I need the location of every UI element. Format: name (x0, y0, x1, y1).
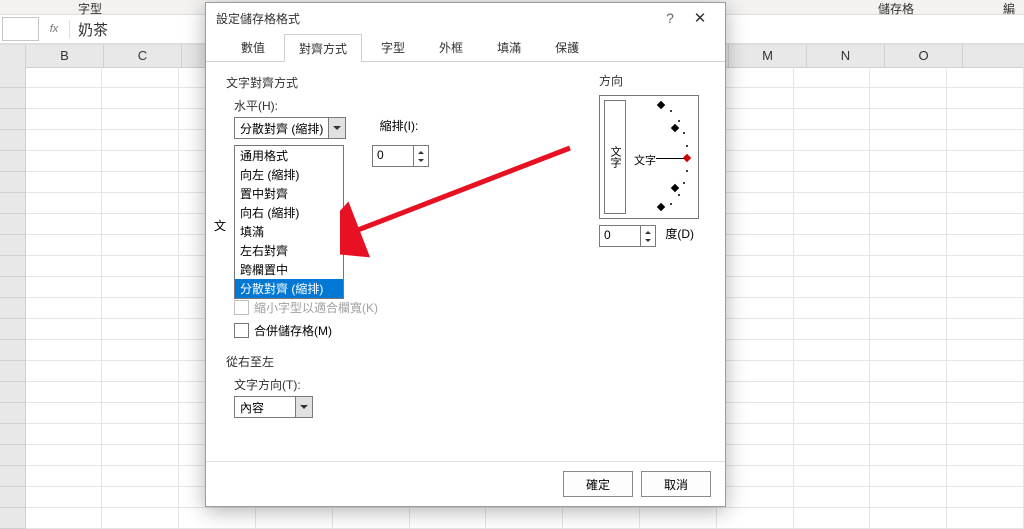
dialog-tabs: 數值 對齊方式 字型 外框 填滿 保護 (206, 33, 725, 62)
tab-border[interactable]: 外框 (424, 33, 478, 61)
close-button[interactable]: ✕ (685, 9, 715, 27)
dropdown-option[interactable]: 左右對齊 (235, 241, 343, 260)
indent-label: 縮排(I): (380, 119, 419, 133)
text-control-prefix: 文 (214, 217, 226, 234)
rtl-section: 從右至左 (226, 353, 705, 370)
merge-checkbox[interactable] (234, 323, 249, 338)
orientation-label: 方向 (599, 72, 699, 89)
chevron-down-icon[interactable] (295, 397, 312, 417)
degree-label: 度(D) (665, 227, 694, 241)
tab-number[interactable]: 數值 (226, 33, 280, 61)
dropdown-option[interactable]: 填滿 (235, 222, 343, 241)
orientation-vertical[interactable]: 文字 (604, 100, 626, 214)
dropdown-option[interactable]: 向右 (縮排) (235, 203, 343, 222)
horizontal-dropdown-list: 通用格式 向左 (縮排) 置中對齊 向右 (縮排) 填滿 左右對齊 跨欄置中 分… (234, 145, 344, 299)
col-header[interactable]: N (807, 45, 885, 67)
name-box[interactable] (2, 17, 39, 41)
cancel-button[interactable]: 取消 (641, 471, 711, 497)
horizontal-combo-value: 分散對齊 (縮排) (235, 118, 328, 138)
tab-alignment[interactable]: 對齊方式 (284, 34, 362, 62)
dropdown-option[interactable]: 跨欄置中 (235, 260, 343, 279)
ok-button[interactable]: 確定 (563, 471, 633, 497)
spinner-up-icon[interactable] (414, 146, 428, 156)
shrink-checkbox (234, 300, 249, 315)
tab-font[interactable]: 字型 (366, 33, 420, 61)
shrink-label: 縮小字型以適合欄寬(K) (254, 299, 378, 316)
text-direction-value: 內容 (235, 397, 295, 417)
dropdown-option[interactable]: 置中對齊 (235, 184, 343, 203)
chevron-down-icon[interactable] (328, 118, 345, 138)
spinner-down-icon[interactable] (414, 156, 428, 166)
text-direction-combo[interactable]: 內容 (234, 396, 313, 418)
col-header[interactable]: O (885, 45, 963, 67)
tab-fill[interactable]: 填滿 (482, 33, 536, 61)
text-direction-label: 文字方向(T): (234, 376, 705, 393)
col-header[interactable]: M (729, 45, 807, 67)
indent-spinner[interactable]: 0 (372, 145, 429, 167)
orientation-control[interactable]: 文字 文字 (599, 95, 699, 219)
tab-protection[interactable]: 保護 (540, 33, 594, 61)
degree-spinner[interactable]: 0 (599, 225, 656, 247)
col-header[interactable]: C (104, 45, 182, 67)
fx-icon[interactable]: fx (39, 20, 70, 38)
dropdown-option[interactable]: 通用格式 (235, 146, 343, 165)
dialog-title: 設定儲存格格式 (216, 10, 655, 27)
horizontal-combo[interactable]: 分散對齊 (縮排) (234, 117, 346, 139)
col-header[interactable]: B (26, 45, 104, 67)
orientation-text: 文字 (634, 152, 656, 168)
dropdown-option[interactable]: 向左 (縮排) (235, 165, 343, 184)
orientation-dial[interactable]: 文字 (630, 100, 692, 212)
indent-value[interactable]: 0 (373, 146, 413, 166)
format-cells-dialog: 設定儲存格格式 ? ✕ 數值 對齊方式 字型 外框 填滿 保護 文字對齊方式 水… (205, 2, 726, 507)
spinner-down-icon[interactable] (641, 236, 655, 246)
dropdown-option-selected[interactable]: 分散對齊 (縮排) (235, 279, 343, 298)
merge-label: 合併儲存格(M) (254, 322, 332, 339)
help-button[interactable]: ? (655, 10, 685, 26)
spinner-up-icon[interactable] (641, 226, 655, 236)
degree-value[interactable]: 0 (600, 226, 640, 246)
